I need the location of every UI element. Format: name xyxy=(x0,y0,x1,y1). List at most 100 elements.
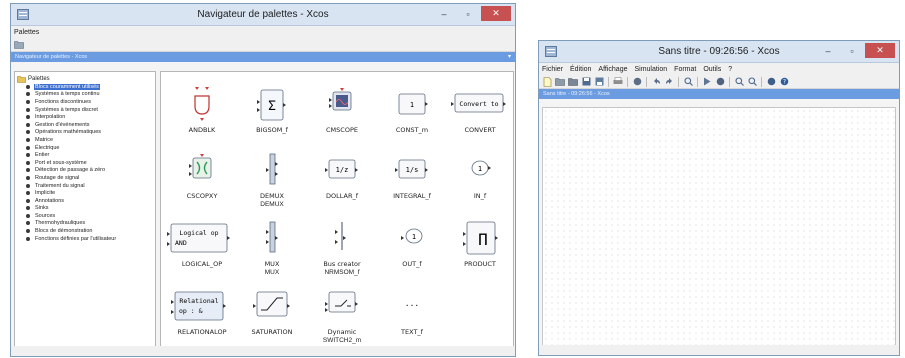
block-name: CONST_m xyxy=(395,126,429,134)
tree-item-label: Blocs couramment utilisés xyxy=(34,83,100,90)
close-button[interactable]: ✕ xyxy=(481,6,511,21)
tree-item[interactable]: Routage de signal xyxy=(17,174,153,182)
menu-edition[interactable]: Édition xyxy=(570,66,591,73)
block-icon xyxy=(307,84,377,124)
tree-item[interactable]: Thermohydrauliques xyxy=(17,220,153,228)
minimize-button[interactable]: – xyxy=(817,43,839,58)
block-name: IN_f xyxy=(473,192,487,200)
tree-item[interactable]: Traitement du signal xyxy=(17,182,153,190)
block-icon: 1/s xyxy=(377,150,447,190)
tree-bullet-icon xyxy=(26,213,30,218)
menu-format[interactable]: Format xyxy=(674,66,696,73)
tree-item[interactable]: Implicite xyxy=(17,189,153,197)
save-button[interactable] xyxy=(581,77,591,87)
zoom-out-button[interactable] xyxy=(747,77,757,87)
maximize-button[interactable]: ▫ xyxy=(841,43,863,58)
palette-block[interactable]: CSCOPXY xyxy=(167,144,237,210)
palette-block[interactable]: 1 IN_f xyxy=(445,144,515,210)
block-icon: Σ xyxy=(237,84,307,124)
panel-header: Sans titre - 09:26:56 - Xcos xyxy=(539,89,899,99)
diagram-canvas[interactable] xyxy=(542,107,896,353)
tree-root[interactable]: Palettes xyxy=(17,75,153,83)
stop-icon xyxy=(716,77,724,86)
save-as-button[interactable] xyxy=(594,77,604,87)
palette-block[interactable]: MUX MUX xyxy=(237,212,307,278)
tree-item[interactable]: Électrique xyxy=(17,144,153,152)
tree-item-label: Port et sous-système xyxy=(35,159,87,166)
block-icon-text: 1 xyxy=(410,101,414,109)
close-button[interactable]: ✕ xyxy=(865,43,895,58)
start-simulation-button[interactable] xyxy=(702,77,712,87)
panel-menu-icon[interactable]: ▾ xyxy=(508,53,511,60)
tree-item-label: Systèmes à temps continu xyxy=(35,91,100,98)
minimize-button[interactable]: – xyxy=(433,6,455,21)
print-button[interactable] xyxy=(613,77,623,87)
tree-item[interactable]: Gestion d'événements xyxy=(17,121,153,129)
tree-bullet-icon xyxy=(26,115,30,120)
palette-block[interactable]: Dynamic SWITCH2_m xyxy=(307,280,377,346)
tree-item-label: Thermohydrauliques xyxy=(35,220,86,227)
palette-block[interactable]: 1 CONST_m xyxy=(377,78,447,144)
palette-block[interactable]: SATURATION xyxy=(237,280,307,346)
block-icon-text: 1 xyxy=(412,233,416,241)
tree-item[interactable]: Blocs couramment utilisés xyxy=(17,83,153,91)
menu-help[interactable]: ? xyxy=(728,66,732,73)
palette-block[interactable]: Relational op : & RELATIONALOP xyxy=(167,280,237,346)
maximize-button[interactable]: ▫ xyxy=(457,6,479,21)
panel-title: Navigateur de palettes - Xcos xyxy=(15,54,88,60)
undo-button[interactable] xyxy=(651,77,661,87)
tree-item[interactable]: Fonctions discontinues xyxy=(17,98,153,106)
tree-item[interactable]: Systèmes à temps continu xyxy=(17,91,153,99)
help-button[interactable]: ? xyxy=(779,77,789,87)
palette-block[interactable]: Σ BIGSOM_f xyxy=(237,78,307,144)
block-icon: 1 xyxy=(445,150,515,190)
block-name: OUT_f xyxy=(402,260,422,268)
tree-item[interactable]: Sources xyxy=(17,212,153,220)
zoom-fit-icon xyxy=(683,77,693,86)
tree-item[interactable]: Matrice xyxy=(17,136,153,144)
tree-item[interactable]: Interpolation xyxy=(17,113,153,121)
tree-item[interactable]: Entier xyxy=(17,151,153,159)
palette-block[interactable]: Logical op AND LOGICAL_OP xyxy=(167,212,237,278)
tree-item[interactable]: Fonctions définies par l'utilisateur xyxy=(17,235,153,243)
menu-palettes[interactable]: Palettes xyxy=(14,29,39,36)
title-bar[interactable]: Sans titre - 09:26:56 - Xcos – ▫ ✕ xyxy=(539,41,899,63)
new-diagram-button[interactable] xyxy=(542,76,552,87)
tree-item[interactable]: Systèmes à temps discret xyxy=(17,106,153,114)
block-icon-text: Convert to xyxy=(459,100,498,108)
zoom-in-button[interactable] xyxy=(734,77,744,87)
palette-block[interactable]: ANDBLK xyxy=(167,78,237,144)
menu-affichage[interactable]: Affichage xyxy=(598,66,627,73)
palette-block[interactable]: DEMUX DEMUX xyxy=(237,144,307,210)
block-icon xyxy=(167,150,237,190)
block-name: DOLLAR_f xyxy=(325,192,358,200)
xcos-demos-button[interactable] xyxy=(766,77,776,87)
palette-block[interactable]: ... TEXT_f xyxy=(377,280,447,346)
block-name: DEMUX xyxy=(260,201,284,208)
palette-block[interactable]: Bus creator NRMSOM_f xyxy=(307,212,377,278)
tree-item[interactable]: Port et sous-système xyxy=(17,159,153,167)
tree-item[interactable]: Sinks xyxy=(17,205,153,213)
tree-item[interactable]: Opérations mathématiques xyxy=(17,129,153,137)
menu-fichier[interactable]: Fichier xyxy=(542,66,563,73)
palette-block[interactable]: Convert to CONVERT xyxy=(445,78,515,144)
redo-button[interactable] xyxy=(664,77,674,87)
tree-item[interactable]: Annotations xyxy=(17,197,153,205)
palette-block[interactable]: 1/s INTEGRAL_f xyxy=(377,144,447,210)
load-palette-button[interactable] xyxy=(14,40,24,50)
open-button[interactable] xyxy=(555,77,565,87)
tree-item[interactable]: Détection de passage à zéro xyxy=(17,167,153,175)
fit-diagram-button[interactable] xyxy=(683,77,693,87)
delete-button[interactable] xyxy=(632,77,642,87)
palette-block[interactable]: Π PRODUCT xyxy=(445,212,515,278)
palette-block[interactable]: 1/z DOLLAR_f xyxy=(307,144,377,210)
title-bar[interactable]: Navigateur de palettes - Xcos – ▫ ✕ xyxy=(11,4,515,26)
menu-outils[interactable]: Outils xyxy=(703,66,721,73)
toolbar-separator xyxy=(697,76,698,87)
palette-block[interactable]: 1 OUT_f xyxy=(377,212,447,278)
stop-simulation-button[interactable] xyxy=(715,77,725,87)
tree-item[interactable]: Blocs de démonstration xyxy=(17,227,153,235)
open-file-button[interactable] xyxy=(568,77,578,87)
palette-block[interactable]: CMSCOPE xyxy=(307,78,377,144)
menu-simulation[interactable]: Simulation xyxy=(634,66,667,73)
